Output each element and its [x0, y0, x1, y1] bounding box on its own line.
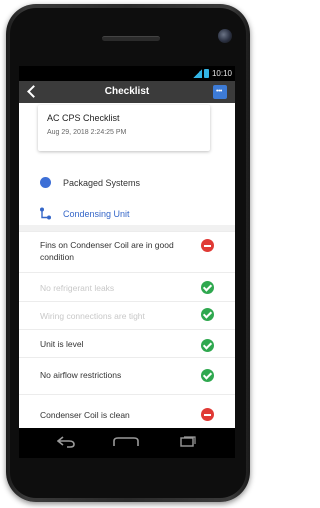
hierarchy-item-condensing-unit[interactable]: Condensing Unit	[19, 204, 235, 224]
app-bar: Checklist •••	[19, 81, 235, 103]
fail-status-icon[interactable]	[201, 408, 214, 421]
earpiece-speaker	[102, 36, 160, 41]
checklist-date: Aug 29, 2018 2:24:25 PM	[47, 129, 127, 136]
nav-home-icon[interactable]	[111, 436, 141, 448]
checklist-item-label: Condenser Coil is clean	[40, 410, 130, 420]
front-camera	[218, 29, 232, 43]
more-dots-icon: •••	[216, 88, 222, 95]
hierarchy-label: Packaged Systems	[63, 178, 141, 188]
system-nav-bar	[19, 428, 235, 458]
checklist-item-label: Fins on Condenser Coil are in good condi…	[40, 240, 174, 262]
circle-icon	[40, 177, 51, 188]
checklist-row[interactable]: No refrigerant leaks	[19, 272, 235, 301]
branch-icon	[40, 207, 51, 220]
checklist-item-label: No refrigerant leaks	[40, 283, 115, 293]
hierarchy-item-packaged-systems[interactable]: Packaged Systems	[19, 173, 235, 193]
pass-status-icon[interactable]	[201, 281, 214, 294]
hierarchy-label: Condensing Unit	[63, 209, 130, 219]
overflow-menu-button[interactable]: •••	[213, 85, 227, 99]
status-icons	[193, 69, 209, 78]
checklist-row[interactable]: Wiring connections are tight	[19, 301, 235, 329]
checklist-item-label: No airflow restrictions	[40, 370, 122, 380]
checklist-header-card[interactable]: AC CPS Checklist Aug 29, 2018 2:24:25 PM	[38, 105, 210, 151]
fail-status-icon[interactable]	[201, 239, 214, 252]
pass-status-icon[interactable]	[201, 339, 214, 352]
nav-recent-apps-icon[interactable]	[179, 436, 197, 448]
checklist-row[interactable]: Unit is level	[19, 329, 235, 357]
nav-back-icon[interactable]	[57, 436, 75, 448]
checklist-item-label: Wiring connections are tight	[40, 311, 145, 321]
page-title: Checklist	[104, 86, 150, 97]
pass-status-icon[interactable]	[201, 308, 214, 321]
checklist-row[interactable]: Fins on Condenser Coil are in good condi…	[19, 231, 235, 272]
battery-icon	[204, 69, 209, 78]
pass-status-icon[interactable]	[201, 369, 214, 382]
app-screen: 10:10 Checklist ••• AC CPS Checklist Aug…	[19, 66, 235, 428]
checklist-name: AC CPS Checklist	[47, 113, 120, 123]
checklist-item-label: Unit is level	[40, 339, 84, 349]
status-bar: 10:10	[19, 66, 235, 81]
status-time: 10:10	[211, 69, 232, 78]
checklist-row[interactable]: No airflow restrictions	[19, 357, 235, 394]
signal-icon	[193, 69, 202, 78]
checklist-row[interactable]: Condenser Coil is clean	[19, 394, 235, 428]
